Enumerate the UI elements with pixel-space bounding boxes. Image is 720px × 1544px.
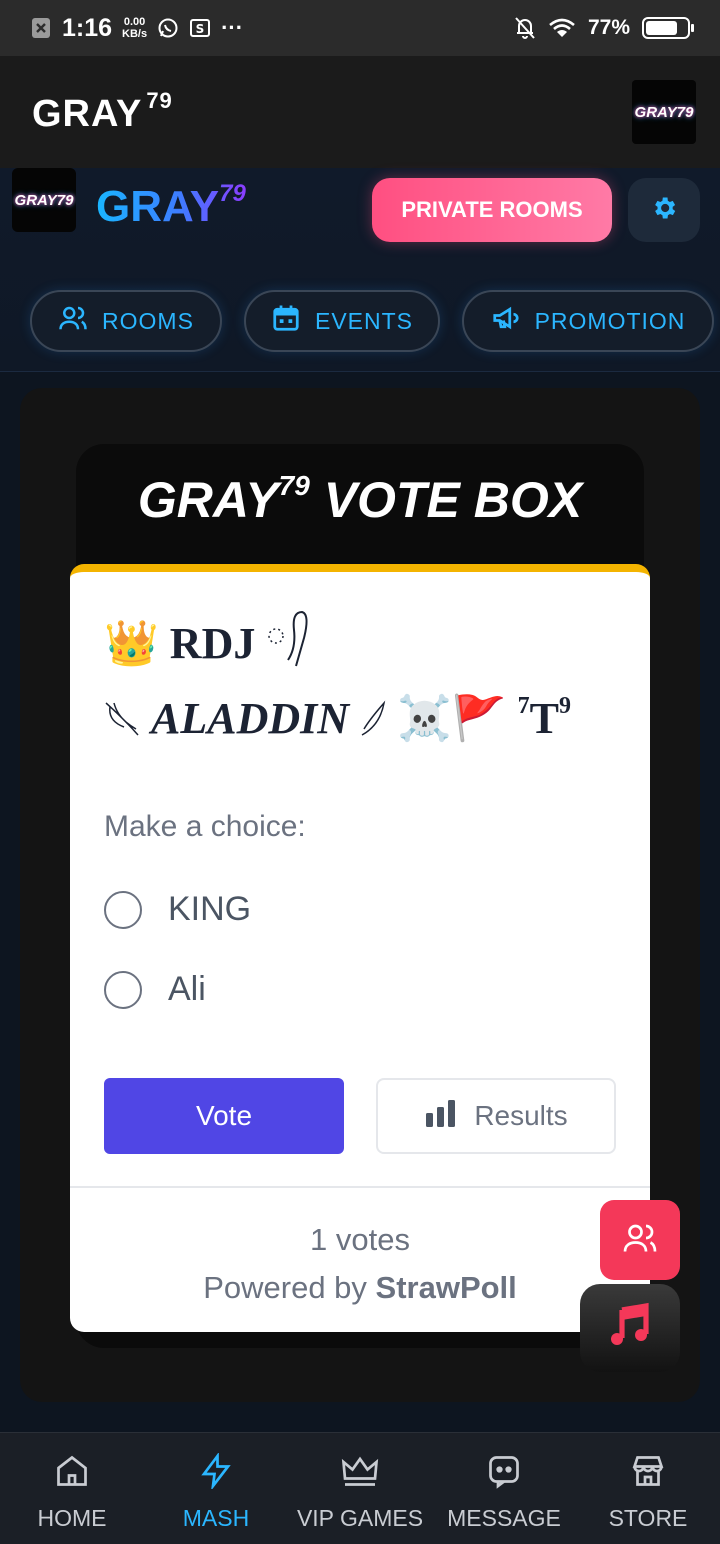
nav-message[interactable]: MESSAGE <box>432 1433 576 1544</box>
poll-option[interactable]: KING <box>104 890 251 929</box>
site-logo[interactable]: GRAY79 <box>12 168 76 232</box>
results-label: Results <box>474 1100 568 1131</box>
sim-off-icon <box>30 17 52 39</box>
app-title: GRAY 79 <box>32 88 173 135</box>
brand-name: GRAY79 <box>96 180 246 231</box>
svg-text:S: S <box>196 22 205 36</box>
status-time: 1:16 <box>62 13 113 42</box>
vote-count: 1 votes <box>310 1222 410 1257</box>
nav-promotion[interactable]: PROMOTION <box>462 290 714 352</box>
nav-vip-games[interactable]: VIP GAMES <box>288 1433 432 1544</box>
option-label: Ali <box>168 970 206 1008</box>
lightning-icon <box>198 1451 234 1495</box>
feather-right-icon <box>361 700 386 736</box>
calendar-icon <box>271 303 301 339</box>
users-icon <box>58 303 88 339</box>
crown-icon <box>340 1453 380 1495</box>
wifi-icon <box>548 17 576 39</box>
users-icon <box>622 1220 658 1261</box>
music-player-fab[interactable] <box>580 1284 680 1372</box>
poll-prompt: Make a choice: <box>104 810 306 843</box>
nav-home[interactable]: HOME <box>0 1433 144 1544</box>
poll-card: 👑 RDJ ALADDIN ☠️🚩 7T9 Make a choice: KIN… <box>70 564 650 1332</box>
megaphone-icon <box>491 303 521 339</box>
battery-percent: 77% <box>587 16 630 39</box>
message-icon <box>486 1453 522 1495</box>
nav-mash[interactable]: MASH <box>144 1433 288 1544</box>
mute-bell-icon <box>514 17 536 39</box>
store-icon <box>629 1453 667 1495</box>
nav-store-label: STORE <box>608 1505 688 1531</box>
poll-option[interactable]: Ali <box>104 970 206 1009</box>
screenshot-icon: S <box>189 17 211 39</box>
option-label: KING <box>168 890 252 928</box>
bar-chart-icon <box>424 1099 458 1134</box>
results-button[interactable]: Results <box>376 1078 616 1154</box>
nav-label: ROOMS <box>102 307 194 334</box>
radio-button[interactable] <box>104 970 142 1009</box>
swirl-decoration-icon <box>268 610 308 667</box>
nav-store[interactable]: STORE <box>576 1433 720 1544</box>
nav-home-label: HOME <box>37 1505 107 1531</box>
settings-button[interactable] <box>628 178 700 242</box>
skull-flag-emoji: ☠️🚩 <box>397 694 507 743</box>
nav-message-label: MESSAGE <box>447 1505 561 1531</box>
status-bar: 1:16 0.00 KB/s S ··· 77% <box>0 0 720 56</box>
more-notifications: ··· <box>221 15 244 40</box>
radio-button[interactable] <box>104 890 142 929</box>
powered-by: Powered by StrawPoll <box>203 1270 517 1305</box>
feather-left-icon <box>105 702 139 736</box>
nav-vip-games-label: VIP GAMES <box>296 1505 424 1531</box>
vote-button[interactable]: Vote <box>104 1078 344 1154</box>
whatsapp-icon <box>157 17 179 39</box>
poll-question: 👑 RDJ ALADDIN ☠️🚩 7T9 <box>104 608 624 750</box>
strawpoll-link[interactable]: StrawPoll <box>376 1270 517 1305</box>
music-note-icon <box>606 1302 654 1355</box>
crown-emoji: 👑 <box>104 619 159 668</box>
nav-label: PROMOTION <box>534 307 686 334</box>
nav-label: EVENTS <box>314 307 414 334</box>
bottom-navigation: HOME MASH VIP GAMES MESSAGE STORE <box>0 1432 720 1544</box>
gear-icon <box>650 194 678 227</box>
app-title-bar: GRAY 79 GRAY79 <box>0 56 720 168</box>
site-header: GRAY79 GRAY79 PRIVATE ROOMS ROOMS EVENTS… <box>0 168 720 372</box>
app-logo[interactable]: GRAY79 <box>632 80 696 144</box>
home-icon <box>54 1453 90 1495</box>
users-fab[interactable] <box>600 1200 680 1280</box>
battery-icon <box>642 17 694 39</box>
network-speed: 0.00 KB/s <box>122 16 148 40</box>
vote-box-title: GRAY79 VOTE BOX <box>137 470 583 528</box>
private-rooms-button[interactable]: PRIVATE ROOMS <box>372 178 612 242</box>
nav-rooms[interactable]: ROOMS <box>30 290 222 352</box>
nav-mash-label: MASH <box>182 1505 250 1531</box>
poll-footer: 1 votes Powered by StrawPoll <box>70 1186 650 1332</box>
nav-events[interactable]: EVENTS <box>244 290 440 352</box>
